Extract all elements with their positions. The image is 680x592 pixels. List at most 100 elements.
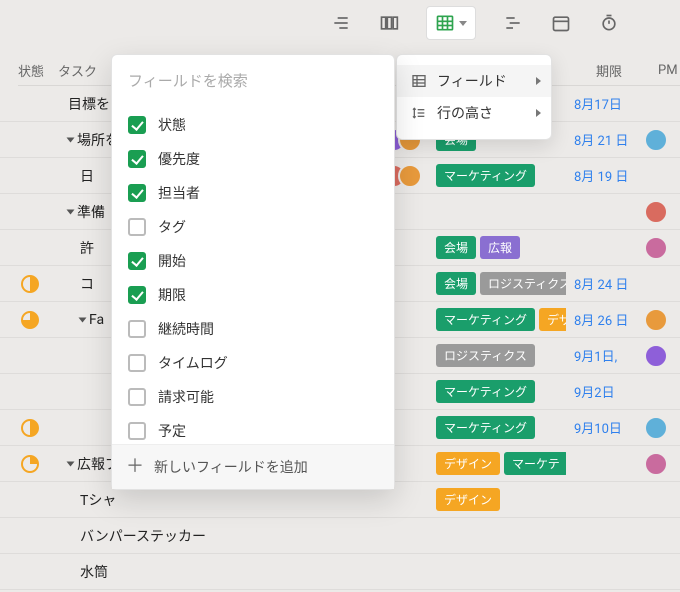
- pm-cell: [644, 308, 668, 332]
- task-name[interactable]: Fa: [89, 312, 104, 328]
- tag-chip[interactable]: 広報: [480, 236, 520, 259]
- field-option[interactable]: 優先度: [124, 142, 384, 176]
- tag-cell: デザインマーケテ: [436, 452, 566, 475]
- field-option[interactable]: 期限: [124, 278, 384, 312]
- avatar[interactable]: [644, 452, 668, 476]
- add-field-button[interactable]: ＋ 新しいフィールドを追加: [112, 444, 394, 489]
- status-cell: [18, 308, 42, 332]
- field-option-label: 期限: [158, 285, 186, 305]
- field-option[interactable]: 継続時間: [124, 312, 384, 346]
- deadline-cell[interactable]: 8月17日: [574, 94, 622, 113]
- field-option-label: 状態: [158, 115, 186, 135]
- disclosure-triangle-icon[interactable]: [79, 317, 87, 322]
- field-option-label: 優先度: [158, 149, 200, 169]
- task-name[interactable]: 目標を: [68, 94, 110, 114]
- field-picker-panel: 状態優先度担当者タグ開始期限継続時間タイムログ請求可能予定 ＋ 新しいフィールド…: [111, 54, 395, 490]
- tag-chip[interactable]: ロジスティクス: [436, 344, 535, 367]
- menu-lines-icon[interactable]: [330, 12, 352, 34]
- timer-icon[interactable]: [598, 12, 620, 34]
- avatar[interactable]: [644, 308, 668, 332]
- calendar-view-icon[interactable]: [550, 12, 572, 34]
- field-option[interactable]: 請求可能: [124, 380, 384, 414]
- tag-chip[interactable]: 会場: [436, 236, 476, 259]
- tag-chip[interactable]: ロジスティクス: [480, 272, 566, 295]
- field-search-input[interactable]: [126, 67, 380, 96]
- checkbox[interactable]: [128, 184, 146, 202]
- checkbox[interactable]: [128, 116, 146, 134]
- task-name[interactable]: バンパーステッカー: [80, 526, 206, 546]
- avatar[interactable]: [644, 344, 668, 368]
- deadline-cell[interactable]: 8月 26 日: [574, 310, 628, 329]
- field-option[interactable]: 開始: [124, 244, 384, 278]
- task-name[interactable]: 日: [80, 166, 94, 186]
- deadline-cell[interactable]: 9月1日,: [574, 346, 617, 365]
- avatar[interactable]: [644, 236, 668, 260]
- field-option[interactable]: 状態: [124, 108, 384, 142]
- tag-chip[interactable]: マーケティング: [436, 380, 535, 403]
- tag-chip[interactable]: 会場: [436, 272, 476, 295]
- deadline-cell[interactable]: 8月 19 日: [574, 166, 628, 185]
- checkbox[interactable]: [128, 388, 146, 406]
- deadline-cell[interactable]: 8月 24 日: [574, 274, 628, 293]
- task-name[interactable]: 許: [80, 238, 94, 258]
- header-pm[interactable]: PM: [658, 63, 678, 78]
- tag-cell: マーケティングデザ: [436, 308, 566, 331]
- field-option[interactable]: 予定: [124, 414, 384, 444]
- menu-item-row-height[interactable]: 行の高さ: [397, 97, 551, 129]
- checkbox[interactable]: [128, 150, 146, 168]
- deadline-cell[interactable]: 9月10日: [574, 418, 622, 437]
- board-view-icon[interactable]: [378, 12, 400, 34]
- chevron-right-icon: [536, 109, 541, 117]
- tag-chip[interactable]: デザイン: [436, 488, 500, 511]
- status-cell: [18, 380, 42, 404]
- status-cell: [18, 560, 42, 584]
- avatar[interactable]: [398, 164, 422, 188]
- checkbox[interactable]: [128, 422, 146, 440]
- status-cell: [18, 272, 42, 296]
- tag-chip[interactable]: デザ: [539, 308, 566, 331]
- pm-cell: [644, 344, 668, 368]
- task-name[interactable]: コ: [80, 274, 94, 294]
- deadline-cell[interactable]: 9月2日: [574, 382, 615, 401]
- disclosure-triangle-icon[interactable]: [67, 209, 75, 214]
- field-option[interactable]: タグ: [124, 210, 384, 244]
- field-option-label: 継続時間: [158, 319, 214, 339]
- tag-chip[interactable]: マーケテ: [504, 452, 566, 475]
- field-option[interactable]: 担当者: [124, 176, 384, 210]
- disclosure-triangle-icon[interactable]: [67, 137, 75, 142]
- table-view-button[interactable]: [426, 6, 476, 40]
- checkbox[interactable]: [128, 286, 146, 304]
- header-status[interactable]: 状態: [18, 61, 58, 80]
- avatar[interactable]: [644, 200, 668, 224]
- timeline-view-icon[interactable]: [502, 12, 524, 34]
- task-name[interactable]: 準備: [77, 202, 105, 222]
- header-deadline[interactable]: 期限: [592, 61, 662, 80]
- field-option[interactable]: タイムログ: [124, 346, 384, 380]
- checkbox[interactable]: [128, 320, 146, 338]
- tag-cell: マーケティング: [436, 164, 535, 187]
- tag-cell: デザイン: [436, 488, 500, 511]
- tag-chip[interactable]: マーケティング: [436, 308, 535, 331]
- avatar[interactable]: [644, 128, 668, 152]
- status-icon: [21, 275, 39, 293]
- menu-item-fields[interactable]: フィールド: [397, 65, 551, 97]
- status-cell: [18, 416, 42, 440]
- status-icon: [21, 455, 39, 473]
- tag-chip[interactable]: デザイン: [436, 452, 500, 475]
- table-row[interactable]: 水筒: [0, 554, 680, 590]
- checkbox[interactable]: [128, 354, 146, 372]
- table-row[interactable]: バンパーステッカー: [0, 518, 680, 554]
- task-name[interactable]: Tシャ: [80, 490, 116, 510]
- task-name[interactable]: 水筒: [80, 562, 108, 582]
- status-cell: [18, 488, 42, 512]
- checkbox[interactable]: [128, 252, 146, 270]
- checkbox[interactable]: [128, 218, 146, 236]
- disclosure-triangle-icon[interactable]: [67, 461, 75, 466]
- tag-chip[interactable]: マーケティング: [436, 416, 535, 439]
- avatar[interactable]: [644, 416, 668, 440]
- status-cell: [18, 92, 42, 116]
- deadline-cell[interactable]: 8月 21 日: [574, 130, 628, 149]
- caret-down-icon: [459, 21, 467, 26]
- tag-chip[interactable]: マーケティング: [436, 164, 535, 187]
- status-cell: [18, 236, 42, 260]
